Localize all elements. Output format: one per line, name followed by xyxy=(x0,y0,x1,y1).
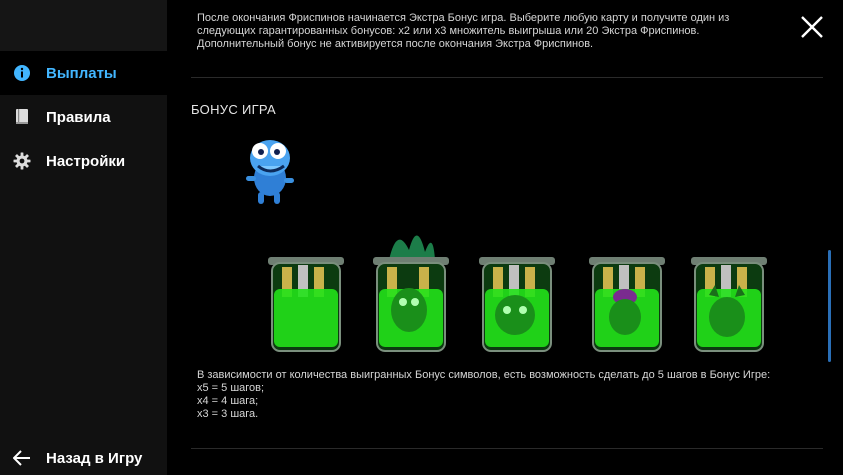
divider xyxy=(191,77,823,78)
jar-image xyxy=(268,257,344,352)
bonus-description: В зависимости от количества выигранных Б… xyxy=(197,369,817,421)
sidebar-item-rules[interactable]: Правила xyxy=(0,95,167,139)
info-icon xyxy=(12,63,32,83)
sidebar-item-payouts[interactable]: Выплаты xyxy=(0,51,167,95)
sidebar: Выплаты Правила Настройки Назад в Игру xyxy=(0,0,167,475)
back-to-game-button[interactable]: Назад в Игру xyxy=(0,441,167,475)
sidebar-item-label: Настройки xyxy=(46,152,126,170)
sidebar-item-settings[interactable]: Настройки xyxy=(0,139,167,183)
jar-image xyxy=(373,235,449,352)
intro-text: После окончания Фриспинов начинается Экс… xyxy=(197,12,730,50)
bonus-description-line: x4 = 4 шага; xyxy=(197,395,259,407)
arrow-left-icon xyxy=(12,448,32,468)
bonus-description-line: x5 = 5 шагов; xyxy=(197,382,265,394)
bonus-description-line: x3 = 3 шага. xyxy=(197,408,259,420)
jar-image xyxy=(691,257,767,352)
blue-monster-image xyxy=(246,140,294,204)
bonus-description-line: В зависимости от количества выигранных Б… xyxy=(197,369,771,381)
back-label: Назад в Игру xyxy=(46,449,143,467)
scrollbar[interactable] xyxy=(828,250,831,362)
close-icon xyxy=(801,16,823,38)
gear-icon xyxy=(12,151,32,171)
jar-image xyxy=(589,257,665,352)
book-icon xyxy=(12,107,32,127)
close-button[interactable] xyxy=(798,13,826,41)
divider xyxy=(191,448,823,449)
jar-image xyxy=(479,257,555,352)
sidebar-item-label: Правила xyxy=(46,108,111,126)
section-title: БОНУС ИГРА xyxy=(191,102,276,117)
main-content: После окончания Фриспинов начинается Экс… xyxy=(191,0,823,475)
sidebar-item-label: Выплаты xyxy=(46,64,117,82)
sidebar-header xyxy=(0,0,167,51)
